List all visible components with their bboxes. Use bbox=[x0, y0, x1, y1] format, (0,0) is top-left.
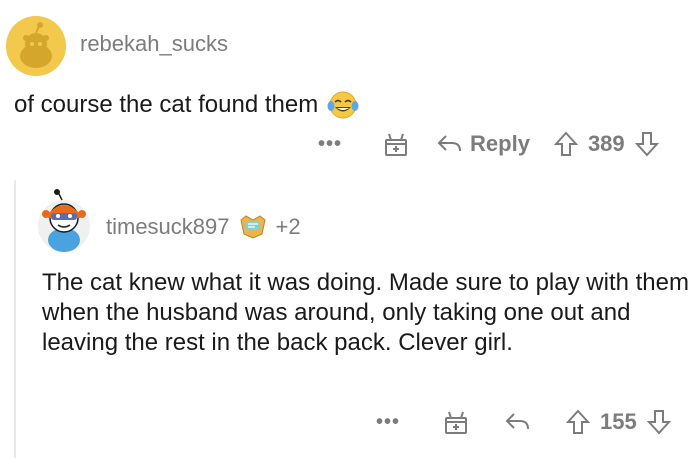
comment-body: The cat knew what it was doing. Made sur… bbox=[42, 269, 689, 356]
snoo-avatar-icon bbox=[6, 16, 66, 76]
comment-text: of course the cat found them bbox=[14, 90, 360, 120]
avatar[interactable] bbox=[34, 188, 94, 254]
award-count[interactable]: +2 bbox=[276, 214, 301, 240]
more-options-button[interactable]: ••• bbox=[318, 134, 342, 154]
reply-button[interactable]: Reply bbox=[470, 131, 530, 157]
comment-actions: ••• Reply 389 bbox=[318, 128, 659, 160]
gift-award-icon[interactable] bbox=[382, 130, 410, 158]
award-badge-icon[interactable] bbox=[238, 214, 268, 240]
vote-score: 155 bbox=[600, 409, 637, 434]
reply-arrow-icon[interactable] bbox=[504, 410, 532, 434]
joy-emoji-icon bbox=[326, 90, 360, 120]
vote-score: 389 bbox=[587, 131, 625, 156]
comment-actions: ••• 155 bbox=[376, 406, 671, 438]
gift-award-icon[interactable] bbox=[442, 408, 470, 436]
thread-line[interactable] bbox=[14, 180, 16, 458]
more-options-button[interactable]: ••• bbox=[376, 412, 400, 432]
snoo-avatar-icon bbox=[38, 189, 90, 252]
downvote-arrow-icon[interactable] bbox=[646, 409, 671, 435]
reply-arrow-icon[interactable] bbox=[436, 132, 464, 156]
upvote-arrow-icon[interactable] bbox=[566, 409, 591, 435]
username[interactable]: rebekah_sucks bbox=[80, 31, 228, 57]
upvote-arrow-icon[interactable] bbox=[553, 131, 578, 157]
username-row: timesuck897 +2 bbox=[106, 214, 301, 240]
username[interactable]: timesuck897 bbox=[106, 214, 230, 240]
avatar[interactable] bbox=[6, 16, 66, 76]
downvote-arrow-icon[interactable] bbox=[634, 131, 659, 157]
comment-body: of course the cat found them bbox=[14, 91, 319, 118]
